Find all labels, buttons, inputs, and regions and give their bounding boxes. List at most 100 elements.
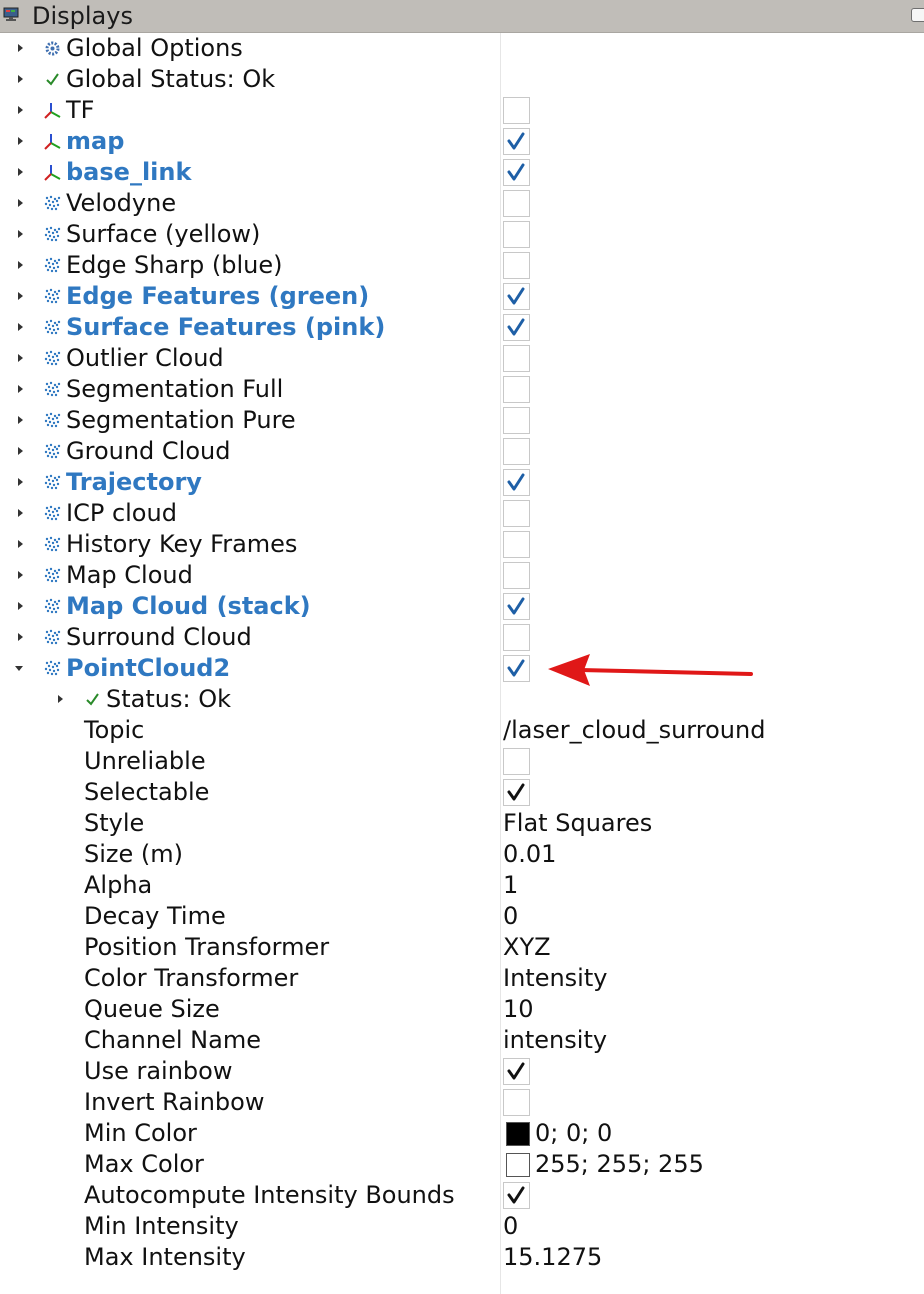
property-value[interactable]: 0.01 [503,839,556,870]
enable-checkbox[interactable] [503,469,530,496]
expand-arrow-icon[interactable] [18,540,23,548]
display-item-segmentation-full[interactable]: Segmentation Full [0,374,924,405]
enable-checkbox[interactable] [503,221,530,248]
property-value[interactable]: 1 [503,870,518,901]
property-autocompute-intensity-bounds[interactable]: Autocompute Intensity Bounds [0,1180,924,1211]
display-item-trajectory[interactable]: Trajectory [0,467,924,498]
expand-arrow-icon[interactable] [18,106,23,114]
expand-arrow-icon[interactable] [18,137,23,145]
property-value[interactable]: 10 [503,994,534,1025]
property-value[interactable]: Intensity [503,963,607,994]
property-value[interactable]: Flat Squares [503,808,652,839]
property-topic[interactable]: Topic/laser_cloud_surround [0,715,924,746]
float-window-icon[interactable] [911,8,924,22]
enable-checkbox[interactable] [503,438,530,465]
expand-arrow-icon[interactable] [18,261,23,269]
expand-arrow-icon[interactable] [18,354,23,362]
enable-checkbox[interactable] [503,655,530,682]
property-value[interactable]: intensity [503,1025,607,1056]
expand-arrow-icon[interactable] [58,695,63,703]
enable-checkbox[interactable] [503,128,530,155]
expand-arrow-icon[interactable] [18,385,23,393]
enable-checkbox[interactable] [503,376,530,403]
expand-arrow-icon[interactable] [18,199,23,207]
expand-arrow-icon[interactable] [18,75,23,83]
property-value[interactable]: 15.1275 [503,1242,602,1273]
display-item-surface-yellow[interactable]: Surface (yellow) [0,219,924,250]
enable-checkbox[interactable] [503,624,530,651]
enable-checkbox[interactable] [503,314,530,341]
display-item-icp-cloud[interactable]: ICP cloud [0,498,924,529]
property-value[interactable]: 0; 0; 0 [535,1118,612,1149]
property-max-color[interactable]: Max Color 255; 255; 255 [0,1149,924,1180]
enable-checkbox[interactable] [503,345,530,372]
enable-checkbox[interactable] [503,531,530,558]
expand-arrow-icon[interactable] [18,168,23,176]
display-item-pointcloud2[interactable]: PointCloud2 [0,653,924,684]
display-item-edge-sharp-blue[interactable]: Edge Sharp (blue) [0,250,924,281]
property-value[interactable]: XYZ [503,932,551,963]
property-channel-name[interactable]: Channel Name intensity [0,1025,924,1056]
property-checkbox[interactable] [503,1089,530,1116]
expand-arrow-icon[interactable] [18,230,23,238]
color-swatch[interactable] [506,1153,530,1177]
property-min-color[interactable]: Min Color 0; 0; 0 [0,1118,924,1149]
display-item-global-status-ok[interactable]: Global Status: Ok [0,64,924,95]
property-max-intensity[interactable]: Max Intensity 15.1275 [0,1242,924,1273]
collapse-arrow-icon[interactable] [15,666,23,671]
enable-checkbox[interactable] [503,283,530,310]
property-checkbox[interactable] [503,779,530,806]
status-row[interactable]: Status: Ok [0,684,924,715]
display-item-segmentation-pure[interactable]: Segmentation Pure [0,405,924,436]
display-item-outlier-cloud[interactable]: Outlier Cloud [0,343,924,374]
property-selectable[interactable]: Selectable [0,777,924,808]
display-item-edge-features-green[interactable]: Edge Features (green) [0,281,924,312]
display-item-map-cloud-stack[interactable]: Map Cloud (stack) [0,591,924,622]
display-item-map[interactable]: map [0,126,924,157]
enable-checkbox[interactable] [503,252,530,279]
enable-checkbox[interactable] [503,500,530,527]
property-use-rainbow[interactable]: Use rainbow [0,1056,924,1087]
enable-checkbox[interactable] [503,190,530,217]
display-item-global-options[interactable]: Global Options [0,33,924,64]
color-swatch[interactable] [506,1122,530,1146]
display-item-base-link[interactable]: base_link [0,157,924,188]
expand-arrow-icon[interactable] [18,478,23,486]
property-position-transformer[interactable]: Position Transformer XYZ [0,932,924,963]
property-checkbox[interactable] [503,748,530,775]
property-decay-time[interactable]: Decay Time 0 [0,901,924,932]
display-item-surround-cloud[interactable]: Surround Cloud [0,622,924,653]
enable-checkbox[interactable] [503,407,530,434]
expand-arrow-icon[interactable] [18,44,23,52]
property-value[interactable]: /laser_cloud_surround [503,715,765,746]
property-invert-rainbow[interactable]: Invert Rainbow [0,1087,924,1118]
property-value[interactable]: 0 [503,1211,518,1242]
expand-arrow-icon[interactable] [18,571,23,579]
enable-checkbox[interactable] [503,159,530,186]
display-item-map-cloud[interactable]: Map Cloud [0,560,924,591]
expand-arrow-icon[interactable] [18,447,23,455]
display-item-surface-features-pink[interactable]: Surface Features (pink) [0,312,924,343]
display-item-history-key-frames[interactable]: History Key Frames [0,529,924,560]
display-item-tf[interactable]: TF [0,95,924,126]
property-checkbox[interactable] [503,1058,530,1085]
property-color-transformer[interactable]: Color Transformer Intensity [0,963,924,994]
expand-arrow-icon[interactable] [18,509,23,517]
property-queue-size[interactable]: Queue Size 10 [0,994,924,1025]
property-checkbox[interactable] [503,1182,530,1209]
property-alpha[interactable]: Alpha 1 [0,870,924,901]
property-style[interactable]: Style Flat Squares [0,808,924,839]
enable-checkbox[interactable] [503,562,530,589]
property-unreliable[interactable]: Unreliable [0,746,924,777]
display-item-velodyne[interactable]: Velodyne [0,188,924,219]
expand-arrow-icon[interactable] [18,602,23,610]
property-value[interactable]: 0 [503,901,518,932]
enable-checkbox[interactable] [503,593,530,620]
property-size-m[interactable]: Size (m) 0.01 [0,839,924,870]
expand-arrow-icon[interactable] [18,416,23,424]
enable-checkbox[interactable] [503,97,530,124]
property-min-intensity[interactable]: Min Intensity 0 [0,1211,924,1242]
panel-titlebar[interactable]: Displays [0,0,924,33]
display-item-ground-cloud[interactable]: Ground Cloud [0,436,924,467]
expand-arrow-icon[interactable] [18,323,23,331]
